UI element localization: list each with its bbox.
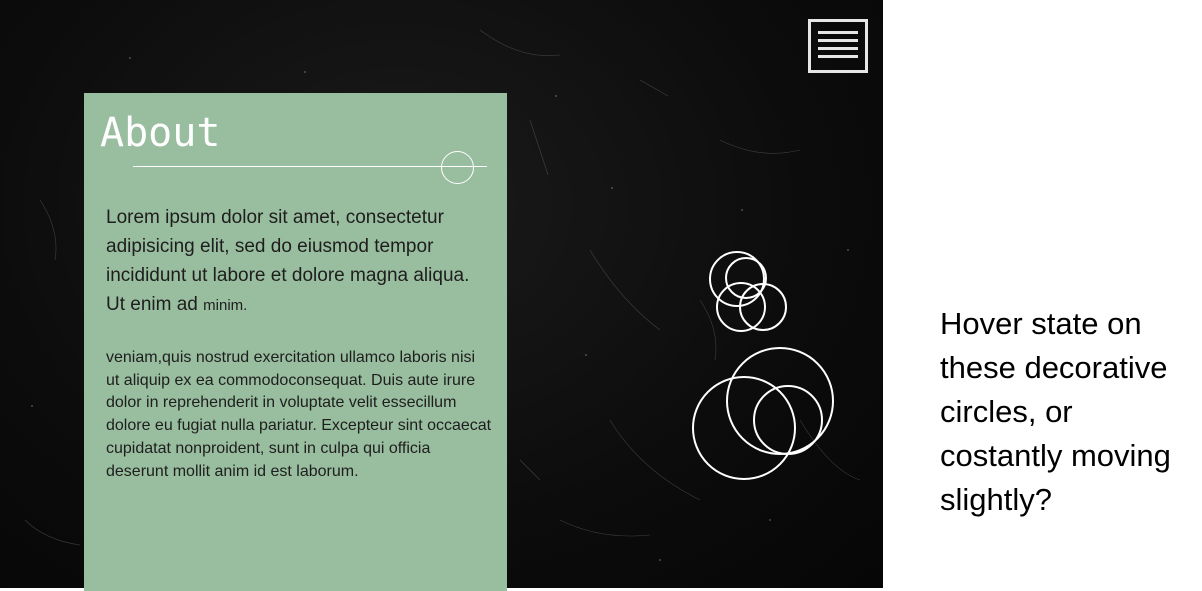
menu-bar bbox=[818, 31, 858, 34]
title-underline bbox=[133, 166, 487, 167]
menu-bar bbox=[818, 39, 858, 42]
about-lead-text: Lorem ipsum dolor sit amet, consectetur … bbox=[106, 207, 470, 315]
menu-bar bbox=[818, 47, 858, 50]
page: About Lorem ipsum dolor sit amet, consec… bbox=[0, 0, 1202, 591]
about-title: About bbox=[100, 110, 221, 156]
about-body-paragraph: veniam,quis nostrud exercitation ullamco… bbox=[106, 349, 492, 480]
large-circle-1[interactable] bbox=[692, 376, 796, 480]
about-lead-small-text: minim. bbox=[203, 297, 248, 314]
menu-bar bbox=[818, 55, 858, 58]
design-annotation: Hover state on these decorative circles,… bbox=[940, 306, 1171, 517]
large-circle-3[interactable] bbox=[753, 385, 823, 455]
small-circle-3[interactable] bbox=[739, 283, 787, 331]
menu-button[interactable] bbox=[808, 19, 868, 73]
about-card: About Lorem ipsum dolor sit amet, consec… bbox=[84, 93, 507, 591]
title-ring-icon bbox=[441, 151, 474, 184]
about-lead-paragraph: Lorem ipsum dolor sit amet, consectetur … bbox=[106, 203, 486, 320]
